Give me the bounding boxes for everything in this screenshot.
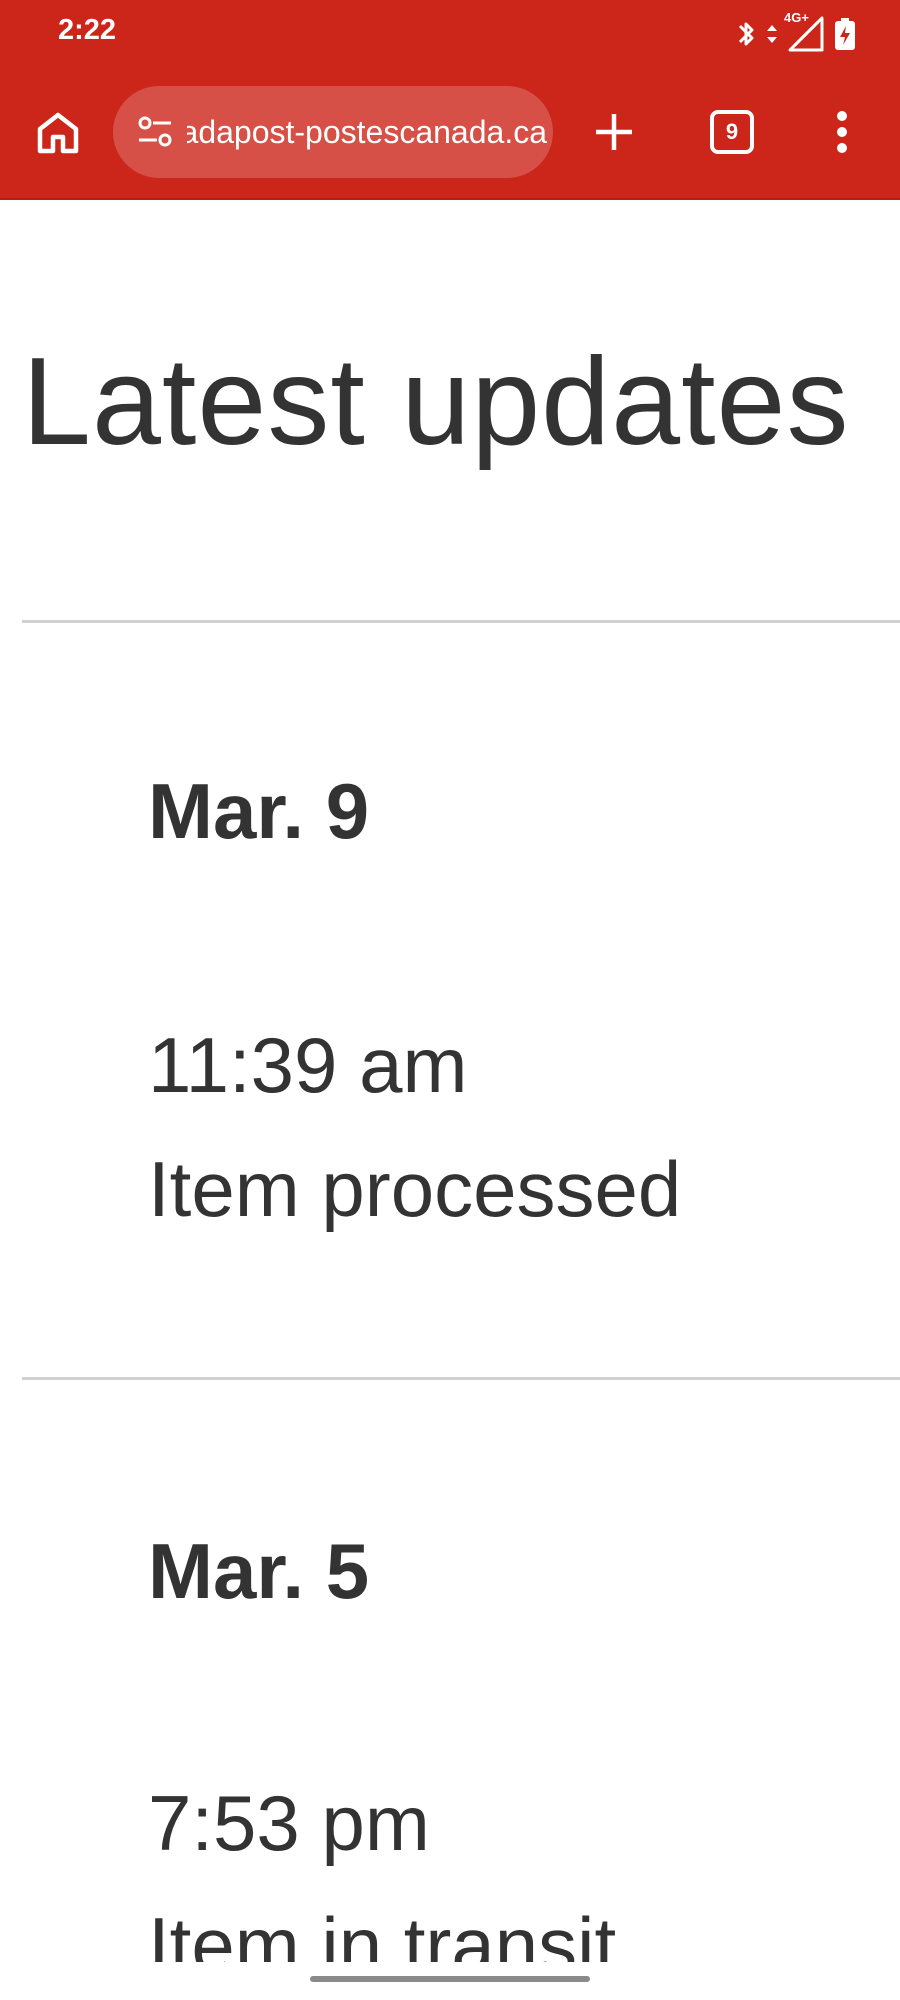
- plus-icon: [596, 114, 632, 150]
- page-title: Latest updates: [22, 333, 850, 471]
- page-viewport: 2:22 4G+ adapost-postescanada.ca 9 Lates…: [0, 0, 900, 1962]
- browser-top-bar: 2:22 4G+ adapost-postescanada.ca 9: [0, 0, 900, 200]
- update-date: Mar. 5: [148, 1527, 370, 1615]
- home-button[interactable]: [30, 104, 86, 160]
- more-vert-icon: [837, 111, 847, 153]
- divider: [22, 620, 900, 623]
- status-icons: 4G+: [736, 10, 856, 54]
- status-time: 2:22: [58, 14, 117, 46]
- divider: [22, 1377, 900, 1380]
- update-description: Item processed: [148, 1145, 682, 1233]
- more-menu-button[interactable]: [820, 104, 864, 160]
- signal-icon: 4G+: [784, 10, 824, 52]
- update-time: 11:39 am: [148, 1021, 468, 1109]
- battery-charging-icon: [834, 17, 856, 51]
- data-arrows-icon: [766, 19, 778, 49]
- update-time: 7:53 pm: [148, 1779, 430, 1867]
- url-text[interactable]: canadapost-postescanada.ca: [187, 86, 547, 178]
- home-icon: [37, 112, 79, 154]
- bluetooth-icon: [736, 18, 756, 50]
- gesture-navigation-bar[interactable]: [310, 1976, 590, 1982]
- update-date: Mar. 9: [148, 767, 370, 855]
- tab-switcher-button[interactable]: 9: [710, 110, 754, 154]
- address-bar[interactable]: canadapost-postescanada.ca: [113, 86, 553, 178]
- new-tab-button[interactable]: [586, 104, 642, 160]
- network-type-label: 4G+: [784, 10, 809, 25]
- tab-count: 9: [725, 119, 739, 144]
- site-settings-icon[interactable]: [133, 110, 177, 154]
- update-description: Item in transit: [148, 1901, 617, 1962]
